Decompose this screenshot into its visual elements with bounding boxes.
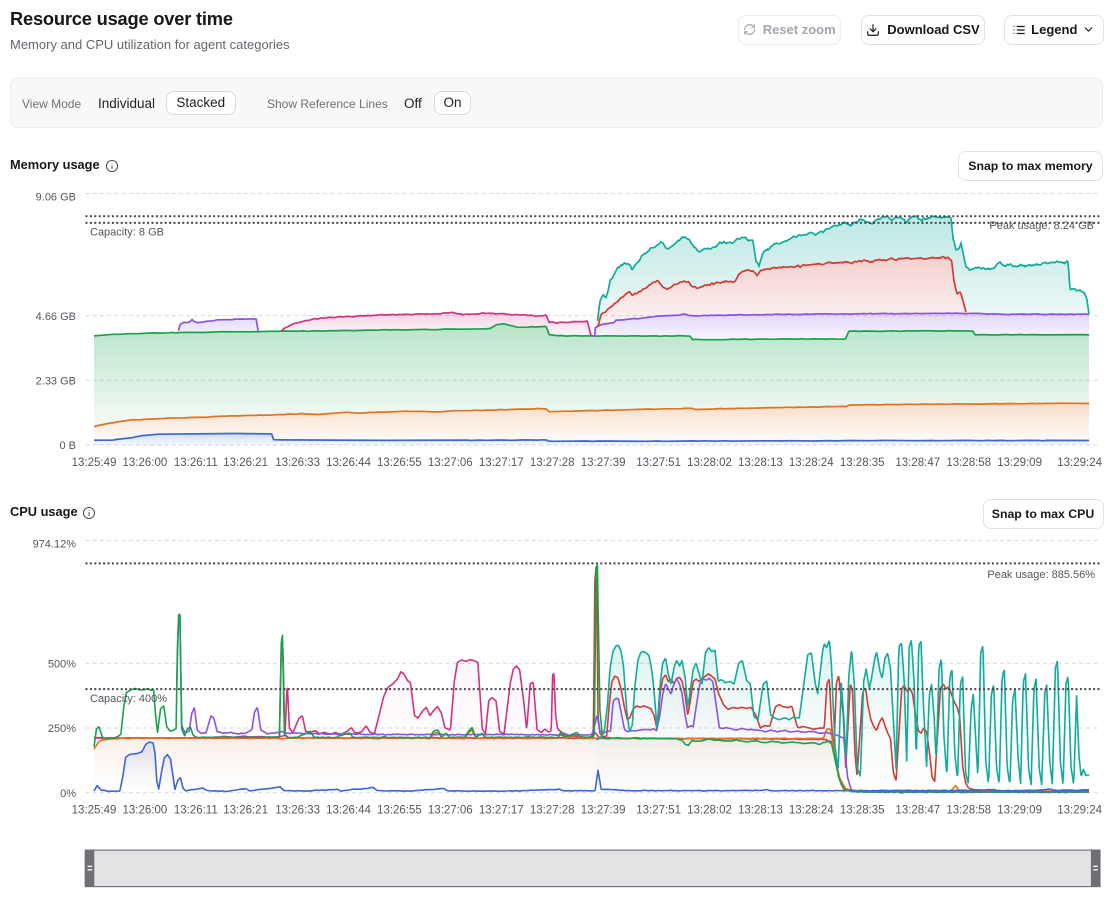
- svg-text:13:28:58: 13:28:58: [946, 805, 991, 817]
- svg-text:13:26:21: 13:26:21: [223, 805, 268, 817]
- svg-text:13:27:51: 13:27:51: [636, 457, 681, 469]
- svg-text:13:29:09: 13:29:09: [997, 805, 1042, 817]
- svg-text:974.12%: 974.12%: [33, 539, 77, 551]
- svg-text:13:28:13: 13:28:13: [738, 457, 783, 469]
- svg-text:13:26:55: 13:26:55: [377, 457, 422, 469]
- svg-text:13:26:44: 13:26:44: [326, 457, 371, 469]
- svg-text:13:29:24: 13:29:24: [1057, 457, 1102, 469]
- svg-text:13:29:09: 13:29:09: [997, 457, 1042, 469]
- svg-text:13:26:55: 13:26:55: [377, 805, 422, 817]
- svg-text:Capacity: 400%: Capacity: 400%: [90, 693, 167, 705]
- svg-text:0 B: 0 B: [59, 440, 76, 452]
- svg-text:13:29:24: 13:29:24: [1057, 805, 1102, 817]
- svg-text:2.33 GB: 2.33 GB: [36, 376, 76, 388]
- svg-text:13:26:11: 13:26:11: [174, 805, 218, 817]
- svg-text:0%: 0%: [60, 788, 76, 800]
- svg-text:13:28:24: 13:28:24: [789, 805, 834, 817]
- svg-text:Peak usage: 885.56%: Peak usage: 885.56%: [987, 569, 1095, 581]
- svg-text:13:26:21: 13:26:21: [223, 457, 268, 469]
- svg-text:13:28:24: 13:28:24: [789, 457, 834, 469]
- svg-text:13:27:39: 13:27:39: [581, 805, 626, 817]
- svg-text:13:26:33: 13:26:33: [275, 457, 320, 469]
- svg-text:4.66 GB: 4.66 GB: [36, 311, 76, 323]
- svg-text:13:26:11: 13:26:11: [174, 457, 218, 469]
- svg-text:13:26:33: 13:26:33: [275, 805, 320, 817]
- svg-text:250%: 250%: [48, 723, 76, 735]
- svg-text:13:28:02: 13:28:02: [687, 805, 732, 817]
- svg-text:13:27:51: 13:27:51: [636, 805, 681, 817]
- svg-text:13:27:06: 13:27:06: [428, 805, 473, 817]
- svg-text:Capacity: 8 GB: Capacity: 8 GB: [90, 227, 164, 239]
- svg-text:13:26:44: 13:26:44: [326, 805, 371, 817]
- svg-text:13:28:35: 13:28:35: [840, 457, 885, 469]
- svg-text:13:26:00: 13:26:00: [123, 457, 168, 469]
- svg-text:13:28:58: 13:28:58: [946, 457, 991, 469]
- svg-text:13:28:13: 13:28:13: [738, 805, 783, 817]
- svg-text:13:28:47: 13:28:47: [895, 805, 940, 817]
- svg-text:Peak usage: 8.24 GB: Peak usage: 8.24 GB: [989, 220, 1094, 232]
- svg-text:13:26:00: 13:26:00: [123, 805, 168, 817]
- svg-text:13:27:06: 13:27:06: [428, 457, 473, 469]
- svg-text:13:27:28: 13:27:28: [530, 457, 575, 469]
- svg-text:13:27:17: 13:27:17: [479, 805, 524, 817]
- svg-text:13:27:17: 13:27:17: [479, 457, 524, 469]
- svg-text:13:25:49: 13:25:49: [72, 805, 117, 817]
- svg-text:13:27:28: 13:27:28: [530, 805, 575, 817]
- svg-text:13:28:47: 13:28:47: [895, 457, 940, 469]
- svg-text:9.06 GB: 9.06 GB: [36, 192, 76, 204]
- svg-text:13:28:35: 13:28:35: [840, 805, 885, 817]
- svg-text:13:25:49: 13:25:49: [72, 457, 117, 469]
- svg-text:13:27:39: 13:27:39: [581, 457, 626, 469]
- svg-text:13:28:02: 13:28:02: [687, 457, 732, 469]
- svg-text:500%: 500%: [48, 659, 76, 671]
